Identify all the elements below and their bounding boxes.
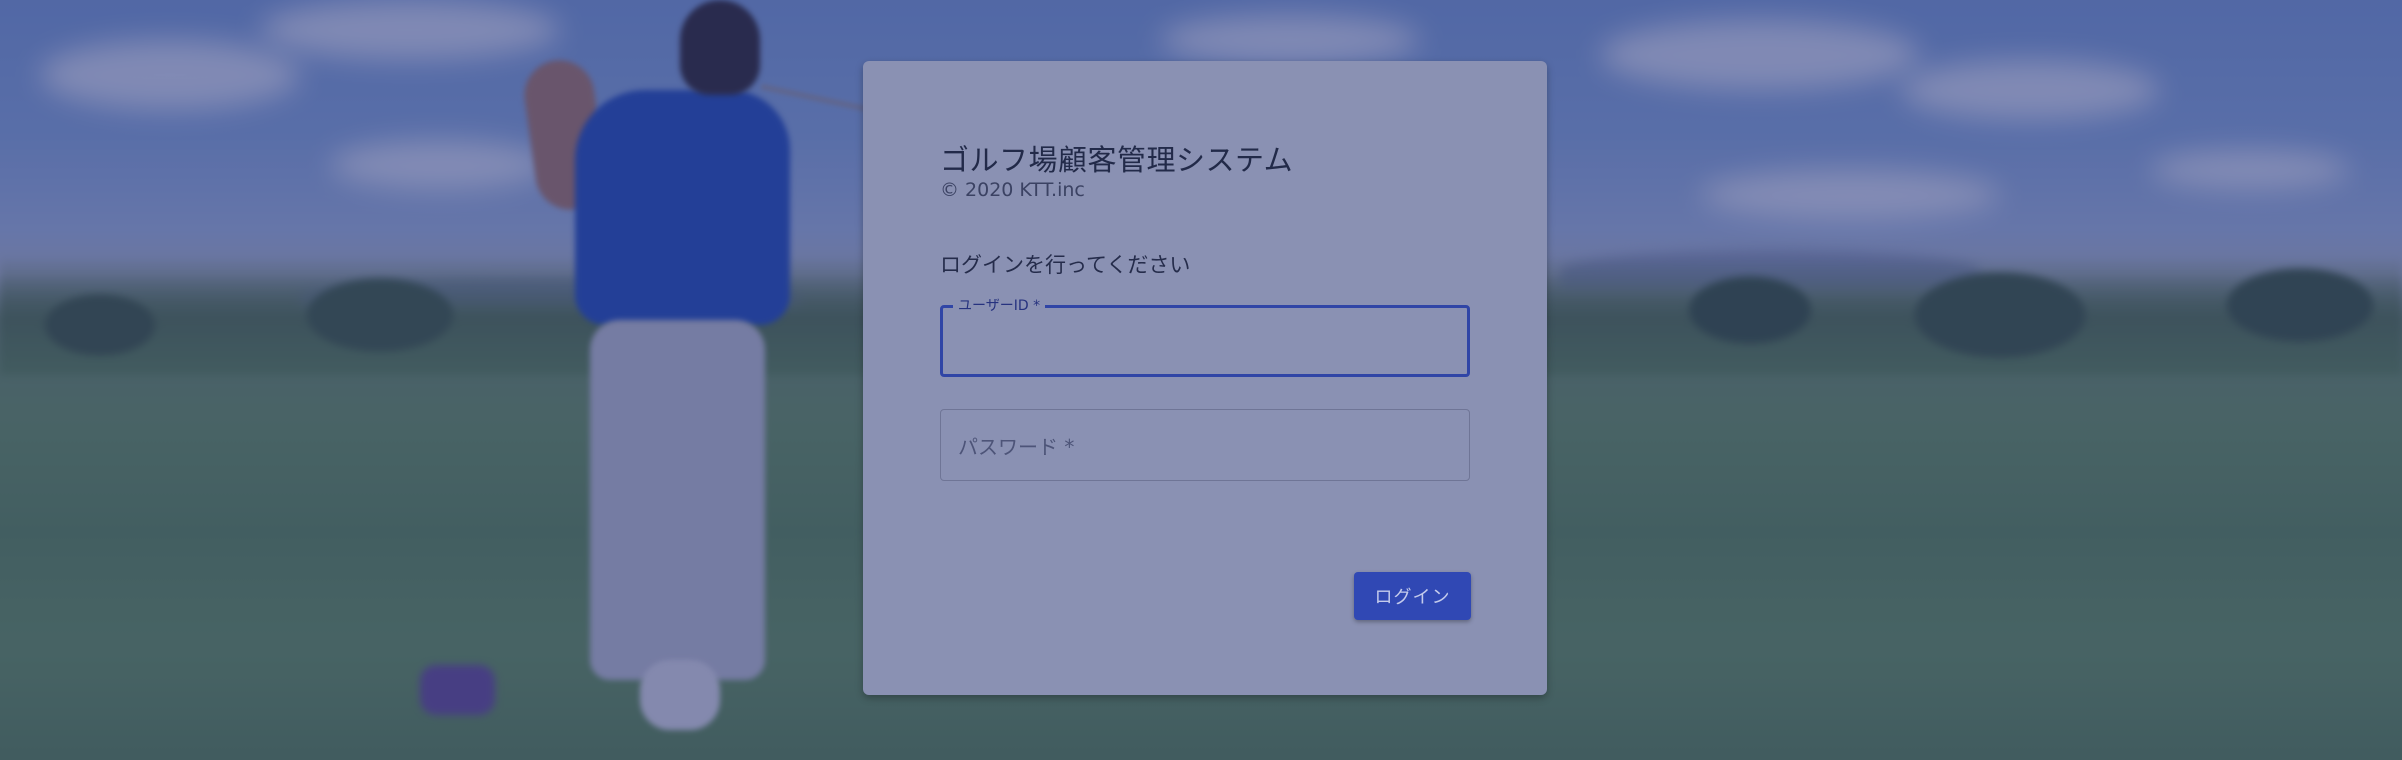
user-id-input[interactable] [943, 308, 1467, 374]
password-field: パスワード * [940, 409, 1470, 481]
user-id-field: ユーザーID * [940, 297, 1470, 377]
login-button[interactable]: ログイン [1354, 572, 1471, 620]
login-instruction: ログインを行ってください [940, 253, 1191, 277]
password-input[interactable] [941, 410, 1469, 480]
app-title: ゴルフ場顧客管理システム [940, 143, 1294, 177]
login-card: ゴルフ場顧客管理システム © 2020 KTT.inc ログインを行ってください… [863, 61, 1547, 695]
copyright-text: © 2020 KTT.inc [940, 179, 1085, 201]
